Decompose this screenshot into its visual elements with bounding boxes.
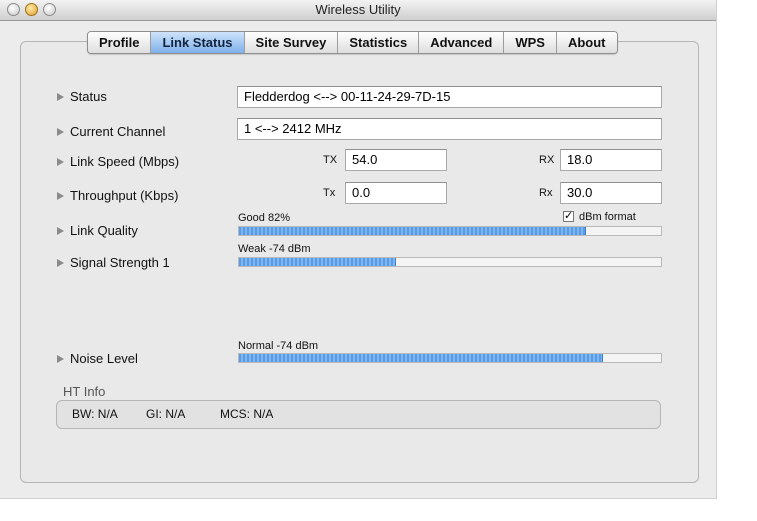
link-speed-rx-field: 18.0 [560, 149, 662, 171]
ht-info-gi: GI: N/A [146, 407, 186, 421]
link-quality-label: Link Quality [70, 223, 138, 238]
link-speed-label: Link Speed (Mbps) [70, 154, 180, 169]
tab-about[interactable]: About [556, 32, 617, 53]
dbm-format-checkbox[interactable]: ✓ [563, 211, 574, 222]
noise-level-bar [238, 353, 662, 363]
tab-link-status[interactable]: Link Status [151, 32, 245, 53]
noise-level-caption: Normal -74 dBm [238, 340, 319, 352]
throughput-rx-label: Rx [539, 187, 553, 199]
noise-level-label: Noise Level [70, 351, 138, 366]
link-speed-tx-field: 54.0 [345, 149, 447, 171]
link-quality-bar-fill [239, 227, 587, 235]
throughput-rx-field: 30.0 [560, 182, 662, 204]
disclosure-triangle-icon [57, 258, 64, 267]
status-row-label: Status [57, 89, 107, 104]
channel-label: Current Channel [70, 124, 166, 139]
disclosure-triangle-icon [57, 92, 64, 101]
throughput-row-label: Throughput (Kbps) [57, 188, 178, 203]
throughput-label: Throughput (Kbps) [70, 188, 179, 203]
window-title: Wireless Utility [315, 2, 401, 17]
signal-strength-label: Signal Strength 1 [70, 255, 170, 270]
ht-info-mcs: MCS: N/A [220, 407, 274, 421]
tab-profile[interactable]: Profile [88, 32, 152, 53]
link-quality-bar [238, 226, 662, 236]
signal-strength-row-label: Signal Strength 1 [57, 255, 170, 270]
dbm-format-label: dBm format [579, 211, 636, 223]
link-quality-row-label: Link Quality [57, 223, 138, 238]
tab-wps[interactable]: WPS [504, 32, 557, 53]
tab-statistics[interactable]: Statistics [338, 32, 420, 53]
link-speed-row-label: Link Speed (Mbps) [57, 154, 179, 169]
status-field: Fledderdog <--> 00-11-24-29-7D-15 [237, 86, 662, 108]
link-speed-tx-label: TX [323, 154, 338, 166]
ht-info-bw: BW: N/A [72, 407, 118, 421]
disclosure-triangle-icon [57, 127, 64, 136]
signal-strength-bar-fill [239, 258, 397, 266]
link-quality-caption: Good 82% [238, 212, 290, 224]
disclosure-triangle-icon [57, 354, 64, 363]
signal-strength-caption: Weak -74 dBm [238, 243, 311, 255]
throughput-tx-label: Tx [323, 187, 336, 199]
tab-bar: Profile Link Status Site Survey Statisti… [87, 31, 618, 54]
channel-row-label: Current Channel [57, 124, 165, 139]
tab-site-survey[interactable]: Site Survey [244, 32, 339, 53]
noise-level-bar-fill [239, 354, 603, 362]
disclosure-triangle-icon [57, 191, 64, 200]
app-window: Wireless Utility Profile Link Status Sit… [0, 0, 717, 499]
tab-advanced[interactable]: Advanced [419, 32, 505, 53]
status-label: Status [70, 89, 107, 104]
disclosure-triangle-icon [57, 226, 64, 235]
checkmark-icon: ✓ [564, 210, 574, 222]
noise-level-row-label: Noise Level [57, 351, 138, 366]
disclosure-triangle-icon [57, 157, 64, 166]
ht-info-title: HT Info [63, 384, 106, 399]
throughput-tx-field: 0.0 [345, 182, 447, 204]
channel-field: 1 <--> 2412 MHz [237, 118, 662, 140]
link-speed-rx-label: RX [539, 154, 555, 166]
signal-strength-bar [238, 257, 662, 267]
title-bar: Wireless Utility [0, 0, 716, 21]
